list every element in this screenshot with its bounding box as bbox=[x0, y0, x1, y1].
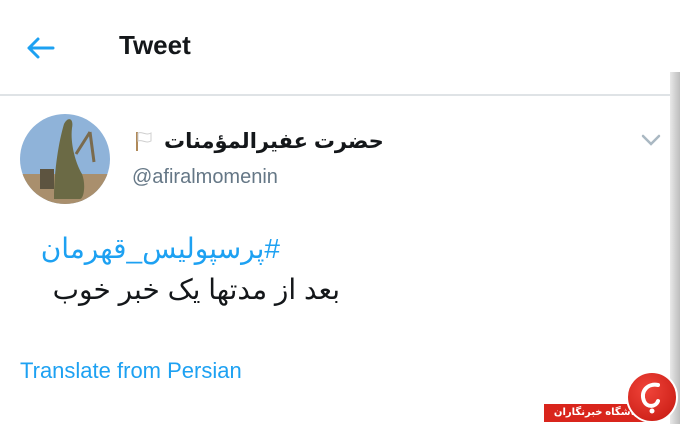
chevron-down-icon bbox=[641, 134, 661, 146]
arrow-left-icon bbox=[27, 37, 55, 59]
watermark-emblem bbox=[626, 371, 678, 423]
watermark-logo: باشگاه خبرنگاران bbox=[544, 371, 680, 424]
page-title: Tweet bbox=[119, 30, 191, 60]
avatar[interactable] bbox=[20, 114, 110, 204]
tweet-text: بعد از مدتها یک خبر خوب bbox=[52, 274, 340, 305]
white-flag-icon bbox=[136, 132, 152, 151]
hashtag-link[interactable]: #پرسپولیس_قهرمان bbox=[20, 232, 280, 265]
top-app-bar: Tweet bbox=[0, 0, 680, 96]
display-name[interactable]: حضرت عفیرالمؤمنات bbox=[164, 129, 384, 154]
tweet-menu-button[interactable] bbox=[638, 128, 664, 152]
back-button[interactable] bbox=[20, 28, 60, 68]
translate-link[interactable]: Translate from Persian bbox=[20, 358, 242, 384]
user-handle[interactable]: @afiralmomenin bbox=[132, 166, 278, 189]
